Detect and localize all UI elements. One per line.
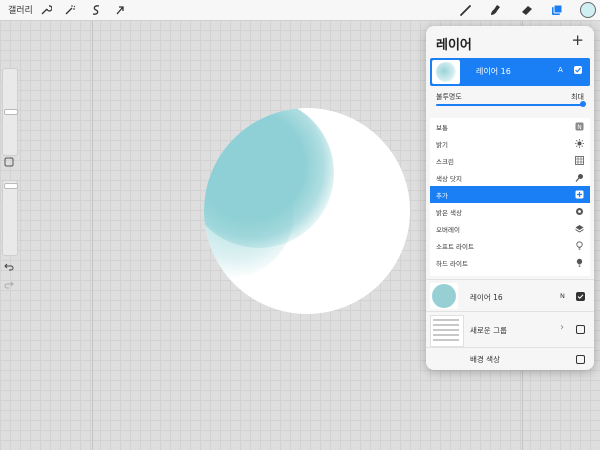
- undo-icon[interactable]: [3, 261, 15, 273]
- visibility-checkbox[interactable]: [576, 292, 585, 301]
- blend-mode-list: 보통 N 밝기 스크린 색상 닷지 추가 밝은 색상 오버레이 소프트 라이트: [430, 118, 590, 276]
- eraser-icon[interactable]: [518, 1, 536, 19]
- blend-mode-label: 추가: [436, 192, 448, 200]
- blend-mode-item[interactable]: 오버레이: [430, 220, 590, 237]
- layers-icon[interactable]: [548, 1, 566, 19]
- smudge-icon[interactable]: [486, 1, 504, 19]
- wrench-icon[interactable]: [38, 2, 54, 18]
- canvas-edge-left: [92, 20, 93, 450]
- layer-thumbnail: [432, 60, 460, 84]
- layer-thumbnail: [430, 283, 458, 309]
- eyedropper-button[interactable]: [3, 156, 15, 168]
- sun-icon: [574, 138, 584, 148]
- opacity-slider-knob[interactable]: [580, 101, 586, 107]
- redo-icon[interactable]: [3, 279, 15, 291]
- blend-mode-item[interactable]: 색상 닷지: [430, 169, 590, 186]
- bulb-icon: [574, 240, 584, 250]
- layer-group-row[interactable]: 새로운 그룹 ›: [426, 311, 594, 348]
- layer-name: 레이어 16: [470, 293, 503, 302]
- blend-mode-item[interactable]: 하드 라이트: [430, 254, 590, 271]
- slider-thumb[interactable]: [4, 109, 18, 115]
- blend-mode-item[interactable]: 밝기: [430, 135, 590, 152]
- blend-mode-item[interactable]: 스크린: [430, 152, 590, 169]
- n-icon: N: [574, 121, 584, 131]
- layer-name: 레이어 16: [476, 67, 511, 76]
- chevron-right-icon[interactable]: ›: [560, 322, 564, 333]
- dodge-icon: [574, 172, 584, 182]
- blend-mode-item[interactable]: 소프트 라이트: [430, 237, 590, 254]
- svg-text:N: N: [577, 124, 582, 131]
- blend-mode-label: 색상 닷지: [436, 175, 462, 183]
- lighter-color-icon: [574, 206, 584, 216]
- blend-mode-item[interactable]: 보통 N: [430, 118, 590, 135]
- left-sidebar: [2, 68, 18, 294]
- brush-icon[interactable]: [457, 1, 475, 19]
- top-toolbar: 갤러리: [0, 0, 600, 21]
- background-color-row[interactable]: 배경 색상: [426, 347, 594, 370]
- layer-name: 배경 색상: [470, 355, 500, 364]
- screen-icon: [574, 155, 584, 165]
- visibility-checkbox[interactable]: [574, 66, 582, 74]
- blend-mode-label: 밝기: [436, 141, 448, 149]
- blend-mode-label: 오버레이: [436, 226, 460, 234]
- visibility-checkbox[interactable]: [576, 325, 585, 334]
- color-picker-swatch[interactable]: [580, 2, 596, 18]
- add-icon: [574, 189, 584, 199]
- blend-mode-label: 소프트 라이트: [436, 243, 474, 251]
- blend-mode-badge[interactable]: A: [558, 66, 563, 74]
- brush-size-slider[interactable]: [2, 68, 18, 156]
- hard-light-icon: [574, 257, 584, 267]
- group-thumbnail: [430, 315, 464, 347]
- painted-sphere: [204, 108, 410, 314]
- visibility-checkbox[interactable]: [576, 355, 585, 364]
- layer-row[interactable]: 레이어 16 N: [426, 279, 594, 312]
- add-layer-button[interactable]: +: [571, 32, 584, 48]
- selection-s-icon[interactable]: [88, 2, 104, 18]
- blend-mode-label: 보통: [436, 124, 448, 132]
- gallery-button[interactable]: 갤러리: [8, 3, 33, 16]
- blend-mode-item-selected[interactable]: 추가: [430, 186, 590, 203]
- brush-opacity-slider[interactable]: [2, 180, 18, 256]
- layers-panel: 레이어 + 레이어 16 A 불투명도 최대 보통 N 밝기 스크린 색상 닷지: [426, 26, 594, 370]
- blend-mode-item[interactable]: 밝은 색상: [430, 203, 590, 220]
- blend-mode-label: 하드 라이트: [436, 260, 468, 268]
- layer-name: 새로운 그룹: [470, 326, 507, 335]
- blend-mode-badge[interactable]: N: [560, 292, 565, 300]
- magic-wand-icon[interactable]: [62, 2, 78, 18]
- active-layer-row[interactable]: 레이어 16 A: [430, 58, 590, 86]
- blend-mode-label: 밝은 색상: [436, 209, 462, 217]
- panel-title: 레이어: [436, 38, 472, 53]
- blend-mode-label: 스크린: [436, 158, 454, 166]
- overlay-icon: [574, 223, 584, 233]
- opacity-label: 불투명도: [436, 93, 462, 101]
- opacity-slider[interactable]: [436, 104, 584, 106]
- move-arrow-icon[interactable]: [112, 2, 128, 18]
- slider-thumb[interactable]: [4, 183, 18, 189]
